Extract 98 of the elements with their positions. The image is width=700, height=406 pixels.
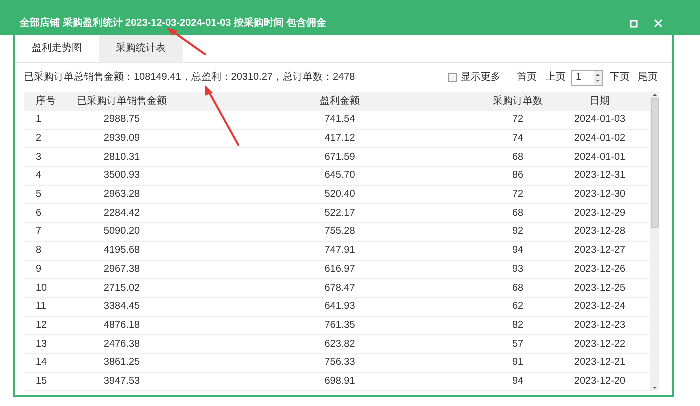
table-cell-text: 3: [35, 150, 43, 165]
table-cell-text: 72: [511, 113, 525, 128]
table-cell-text: 678.47: [324, 282, 356, 296]
table-cell-text: 2023-12-21: [573, 356, 627, 370]
table-cell-text: 68: [511, 150, 525, 165]
scrollbar[interactable]: [650, 92, 659, 391]
table-cell-text: 10: [35, 282, 48, 296]
table-cell-text: 2023-12-26: [573, 262, 627, 277]
table-cell-text: 93: [511, 262, 525, 277]
tab[interactable]: 采购统计表: [99, 35, 183, 62]
table-cell-text: 520.40: [324, 188, 356, 202]
page-input[interactable]: 1: [571, 70, 603, 86]
table-cell-text: 91: [511, 356, 525, 370]
table-cell-text: 2988.75: [102, 113, 142, 128]
table-cell-text: 2023-12-20: [573, 374, 627, 389]
table-cell-text: 2023-12-25: [573, 282, 627, 296]
column-header: 日期: [589, 94, 611, 109]
table-cell-text: 94: [511, 244, 525, 258]
table-cell-text: 74: [511, 132, 525, 146]
column-header: 采购订单数: [492, 94, 544, 109]
table-cell-text: 5: [35, 188, 43, 202]
table-cell-text: 4195.68: [102, 244, 142, 258]
table-cell-text: 2476.38: [102, 338, 142, 352]
table-cell-text: 2023-12-29: [573, 206, 627, 221]
table-cell-text: 756.33: [324, 356, 356, 370]
table-cell-text: 62: [511, 300, 525, 314]
summary-text: 已采购订单总销售金额：108149.41，总盈利：20310.27，总订单数：2478: [24, 70, 356, 85]
spinner-arrows-icon[interactable]: [594, 70, 602, 84]
table-cell-text: 698.91: [324, 374, 356, 389]
table-cell-text: 2963.28: [102, 188, 142, 202]
table-cell-text: 8: [35, 244, 43, 258]
last-page-button[interactable]: 尾页: [638, 70, 658, 85]
table-cell-text: 616.97: [324, 262, 356, 277]
table-cell-text: 4: [35, 169, 43, 184]
table-cell-text: 86: [511, 169, 525, 184]
table-cell-text: 5090.20: [102, 225, 142, 240]
table-cell-text: 13: [35, 338, 48, 352]
table-cell-text: 2023-12-24: [573, 300, 627, 314]
scroll-down-icon[interactable]: [652, 385, 658, 391]
table-cell-text: 1: [35, 113, 43, 128]
window-title: 全部店铺 采购盈利统计 2023-12-03-2024-01-03 按采购时间 包含佣金: [20, 16, 327, 31]
table-cell-text: 2284.42: [102, 206, 142, 221]
table-cell-text: 671.59: [324, 150, 356, 165]
table-cell-text: 3500.93: [102, 169, 142, 184]
table-cell-text: 417.12: [324, 132, 356, 146]
table-cell-text: 57: [511, 338, 525, 352]
table-cell-text: 68: [511, 206, 525, 221]
table-cell-text: 2024-01-01: [573, 150, 627, 165]
column-header: 序号: [35, 94, 57, 109]
prev-page-button[interactable]: 上页: [546, 70, 566, 85]
table-cell-text: 3947.53: [102, 374, 142, 389]
table-cell-text: 645.70: [324, 169, 356, 184]
table-cell-text: 68: [511, 282, 525, 296]
table-cell-text: 3861.25: [102, 356, 142, 370]
table-cell-text: 2023-12-27: [573, 244, 627, 258]
table-cell-text: 641.93: [324, 300, 356, 314]
table-cell-text: 2023-12-31: [573, 169, 627, 184]
table-cell-text: 4876.18: [102, 318, 142, 333]
table-cell-text: 2715.02: [102, 282, 142, 296]
table-cell-text: 2024-01-03: [573, 113, 627, 128]
table-cell-text: 82: [511, 318, 525, 333]
table-cell-text: 14: [35, 356, 48, 370]
table-cell-text: 755.28: [324, 225, 356, 240]
table-cell-text: 761.35: [324, 318, 356, 333]
table-cell-text: 94: [511, 374, 525, 389]
table-cell-text: 2939.09: [102, 132, 142, 146]
table-cell-text: 2023-12-23: [573, 318, 627, 333]
table-cell-text: 12: [35, 318, 48, 333]
table-cell-text: 6: [35, 206, 43, 221]
table-cell-text: 9: [35, 262, 43, 277]
table-cell-text: 2810.31: [102, 150, 142, 165]
annotation-arrow: [203, 84, 241, 148]
table-cell-text: 747.91: [324, 244, 356, 258]
column-header: 已采购订单销售金额: [76, 94, 168, 109]
table-cell-text: 741.54: [324, 113, 356, 128]
table-cell-text: 11: [35, 300, 48, 314]
table-cell-text: 2967.38: [102, 262, 142, 277]
checkbox[interactable]: [448, 73, 457, 82]
table-cell-text: 2023-12-28: [573, 225, 627, 240]
table-cell-text: 2023-12-30: [573, 188, 627, 202]
table-cell-text: 7: [35, 225, 43, 240]
table-cell-text: 72: [511, 188, 525, 202]
table-cell-text: 2023-12-22: [573, 338, 627, 352]
table-cell-text: 15: [35, 374, 48, 389]
annotation-arrow: [166, 27, 208, 57]
table-cell-text: 2: [35, 132, 43, 146]
table-cell-text: 2024-01-02: [573, 132, 627, 146]
table-cell-text: 92: [511, 225, 525, 240]
maximize-icon[interactable]: [630, 20, 638, 28]
table-cell-text: 623.82: [324, 338, 356, 352]
close-icon[interactable]: [654, 19, 663, 28]
table-cell-text: 3384.45: [102, 300, 142, 314]
first-page-button[interactable]: 首页: [517, 70, 537, 85]
table-cell-text: 522.17: [324, 206, 356, 221]
scroll-thumb[interactable]: [650, 98, 658, 228]
next-page-button[interactable]: 下页: [610, 70, 630, 85]
checkbox-label: 显示更多: [461, 71, 501, 85]
column-header: 盈利金额: [319, 94, 361, 109]
